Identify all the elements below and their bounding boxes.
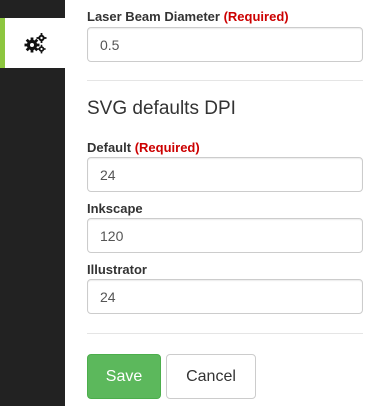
inkscape-dpi-label: Inkscape <box>87 201 143 216</box>
default-label-text: Default <box>87 140 132 155</box>
settings-tab[interactable] <box>0 18 65 68</box>
default-dpi-input[interactable] <box>87 157 363 192</box>
laser-beam-diameter-label: Laser Beam Diameter (Required) <box>87 9 289 24</box>
laser-beam-diameter-input[interactable] <box>87 27 363 62</box>
required-marker: (Required) <box>134 140 200 155</box>
inkscape-dpi-input[interactable] <box>87 218 363 253</box>
cancel-button[interactable]: Cancel <box>166 354 256 399</box>
divider <box>87 80 363 81</box>
illustrator-dpi-label: Illustrator <box>87 262 147 277</box>
save-button[interactable]: Save <box>87 354 161 399</box>
settings-panel: Laser Beam Diameter (Required) SVG defau… <box>65 0 367 406</box>
divider <box>87 333 363 334</box>
laser-label-text: Laser Beam Diameter <box>87 9 220 24</box>
default-dpi-label: Default (Required) <box>87 140 200 155</box>
sidebar <box>0 0 65 406</box>
required-marker: (Required) <box>223 9 289 24</box>
section-title: SVG defaults DPI <box>87 98 236 119</box>
illustrator-dpi-input[interactable] <box>87 279 363 314</box>
gears-icon <box>24 33 47 54</box>
